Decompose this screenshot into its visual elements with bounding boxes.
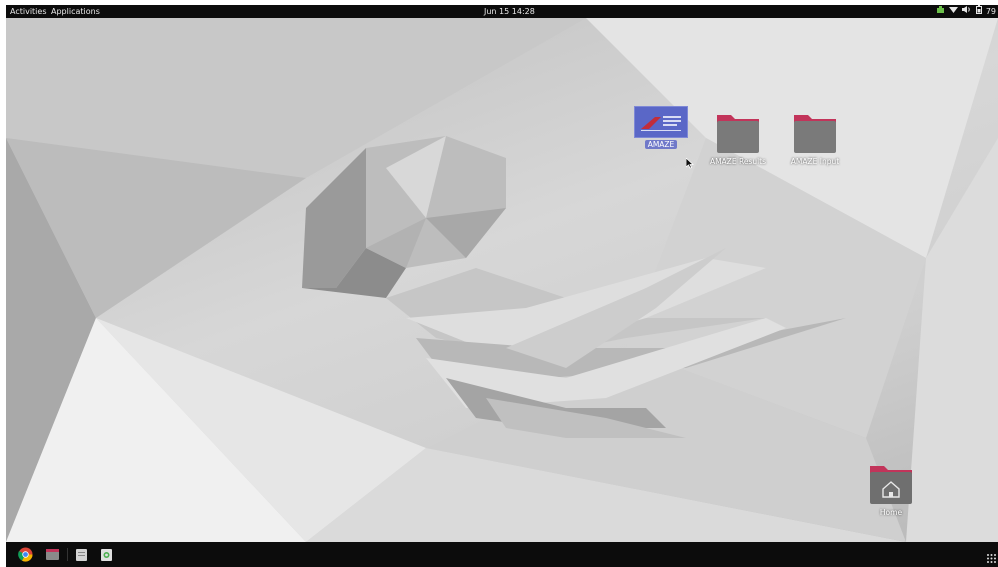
- desktop-icon-amaze-input[interactable]: AMAZE Input: [780, 111, 850, 166]
- folder-icon: [717, 115, 759, 153]
- desktop-icon-amaze[interactable]: AMAZE: [626, 106, 696, 149]
- desktop-icon-label: AMAZE Results: [709, 157, 767, 166]
- dock-separator: [67, 548, 68, 561]
- volume-icon: [961, 5, 972, 18]
- show-applications-icon[interactable]: [986, 549, 997, 563]
- app-indicator-icon[interactable]: [936, 5, 945, 18]
- desktop[interactable]: AMAZE AMAZE Results AMAZE Input Home: [6, 18, 998, 542]
- wifi-icon: [948, 5, 958, 18]
- desktop-icon-label: Home: [879, 508, 903, 517]
- desktop-icon-label: AMAZE Input: [790, 157, 840, 166]
- dock: [6, 542, 998, 567]
- desktop-icon-amaze-results[interactable]: AMAZE Results: [703, 111, 773, 166]
- activities-button[interactable]: Activities: [10, 5, 47, 18]
- jellyfish-wallpaper: [6, 18, 998, 542]
- desktop-icon-home[interactable]: Home: [856, 462, 926, 517]
- mouse-pointer-icon: [686, 158, 694, 169]
- files-icon[interactable]: [45, 547, 60, 562]
- battery-percentage: 79: [985, 7, 996, 16]
- home-folder-icon: [870, 466, 912, 504]
- trash-icon[interactable]: [99, 547, 114, 562]
- system-tray[interactable]: 79: [936, 5, 996, 18]
- folder-icon: [794, 115, 836, 153]
- applications-menu[interactable]: Applications: [51, 5, 100, 18]
- top-bar: Activities Applications Jun 15 14:28 79: [6, 5, 998, 18]
- battery-icon: [975, 5, 982, 18]
- clock[interactable]: Jun 15 14:28: [484, 5, 535, 18]
- screen: Activities Applications Jun 15 14:28 79: [0, 0, 998, 567]
- chrome-icon[interactable]: [18, 547, 33, 562]
- desktop-icon-label: AMAZE: [644, 140, 678, 149]
- amaze-shortcut-icon: [634, 106, 688, 138]
- text-editor-icon[interactable]: [74, 547, 89, 562]
